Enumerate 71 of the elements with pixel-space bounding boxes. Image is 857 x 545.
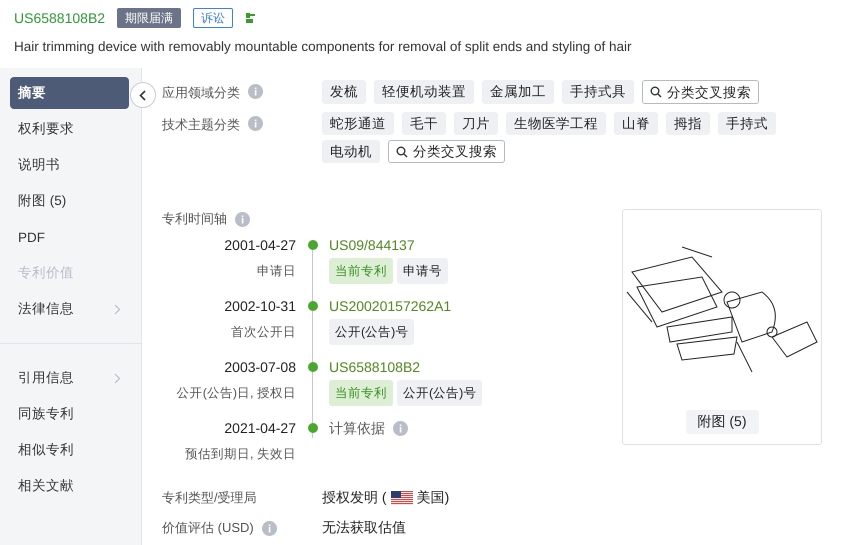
document-tag: 公开(公告)号: [329, 319, 414, 345]
event-label: 首次公开日: [231, 324, 296, 341]
search-icon: [650, 86, 662, 98]
field-label: 应用领域分类: [162, 84, 240, 102]
info-icon[interactable]: [248, 84, 263, 99]
search-icon: [396, 146, 408, 158]
event-label: 公开(公告)日, 授权日: [176, 385, 296, 402]
document-link[interactable]: US6588108B2: [329, 357, 622, 377]
sidebar-item[interactable]: 法律信息: [10, 293, 129, 325]
info-icon[interactable]: [248, 116, 263, 131]
field-label: 价值评估 (USD): [162, 519, 254, 537]
timeline-dot: [308, 240, 318, 250]
timeline-dot: [308, 301, 318, 311]
category-tag[interactable]: 手持式具: [562, 80, 634, 104]
field-label: 技术主题分类: [162, 116, 240, 134]
user-flag-icon[interactable]: [245, 12, 258, 24]
sidebar-item[interactable]: 说明书: [10, 149, 129, 181]
sidebar-item[interactable]: 引用信息: [10, 362, 129, 394]
category-tag[interactable]: 拇指: [666, 112, 710, 135]
event-date: 2002-10-31: [224, 297, 296, 316]
country-name: 美国): [416, 489, 450, 507]
event-date: 2001-04-27: [224, 236, 296, 255]
sidebar-item[interactable]: 摘要: [10, 77, 129, 109]
document-link[interactable]: US20020157262A1: [329, 296, 622, 316]
status-badge: 诉讼: [193, 8, 234, 28]
category-tag[interactable]: 轻便机动装置: [374, 80, 474, 104]
sidebar-item[interactable]: 相似专利: [10, 434, 129, 466]
info-icon[interactable]: [393, 420, 408, 436]
sidebar-item[interactable]: 附图 (5): [10, 185, 129, 217]
basis-label: 计算依据: [329, 419, 385, 438]
event-date: 2003-07-08: [224, 358, 296, 377]
event-date: 2021-04-27: [224, 419, 296, 438]
patent-title: Hair trimming device with removably mountable components for removal of split ends and styling of hair: [14, 39, 633, 54]
timeline-dot: [308, 362, 318, 372]
sidebar-item[interactable]: PDF: [10, 221, 129, 253]
category-tag[interactable]: 手持式: [718, 112, 776, 135]
category-tag[interactable]: 蛇形通道: [322, 112, 394, 135]
figures-button[interactable]: 附图 (5): [686, 410, 758, 434]
sidebar-item[interactable]: 权利要求: [10, 113, 129, 145]
flag-icon: [390, 491, 413, 505]
status-badge: 期限届满: [117, 8, 182, 28]
event-label: 申请日: [257, 263, 296, 280]
info-icon[interactable]: [235, 212, 250, 226]
event-label: 预估到期日, 失效日: [185, 446, 296, 463]
sidebar-item[interactable]: 同族专利: [10, 398, 129, 430]
category-tag[interactable]: 刀片: [454, 112, 498, 135]
document-tag: 公开(公告)号: [397, 380, 482, 406]
cross-search-button[interactable]: 分类交叉搜索: [388, 140, 505, 163]
chevron-left-icon: [139, 90, 147, 100]
info-icon[interactable]: [262, 520, 277, 536]
chevron-right-icon: [114, 372, 121, 384]
chevron-right-icon: [114, 304, 121, 314]
field-value: 授权发明 (: [322, 489, 387, 507]
category-tag[interactable]: 生物医学工程: [506, 112, 606, 135]
category-tag[interactable]: 电动机: [322, 140, 380, 163]
category-tag[interactable]: 毛干: [402, 112, 446, 135]
document-tag: 当前专利: [329, 258, 393, 284]
collapse-button[interactable]: [130, 82, 156, 108]
patent-number: US6588108B2: [14, 10, 106, 26]
cross-search-button[interactable]: 分类交叉搜索: [642, 80, 759, 104]
category-tag[interactable]: 金属加工: [482, 80, 554, 104]
section-label: 专利时间轴: [162, 210, 227, 228]
field-value: 无法获取估值: [322, 519, 406, 537]
category-tag[interactable]: 山脊: [614, 112, 658, 135]
timeline-dot: [308, 423, 318, 433]
document-tag: 申请号: [397, 258, 448, 284]
document-link[interactable]: US09/844137: [329, 235, 622, 255]
category-tag[interactable]: 发梳: [322, 80, 366, 104]
sidebar-item[interactable]: 相关文献: [10, 470, 129, 502]
document-tag: 当前专利: [329, 380, 393, 406]
field-label: 专利类型/受理局: [162, 489, 257, 507]
